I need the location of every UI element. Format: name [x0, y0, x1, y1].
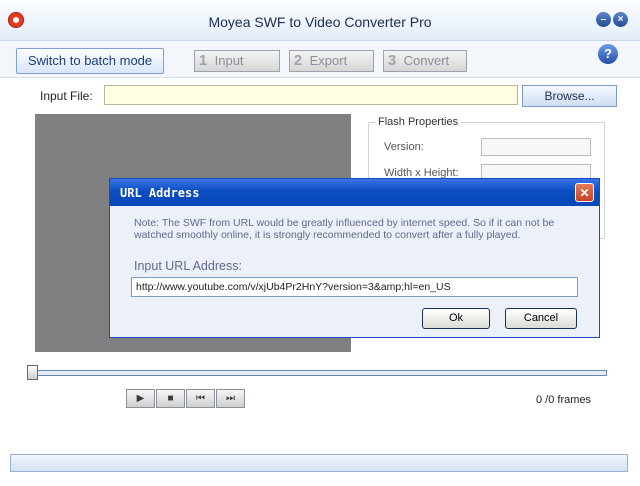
close-icon[interactable]: ×	[613, 12, 628, 27]
timeline-slider-thumb[interactable]	[27, 365, 38, 380]
status-bar	[10, 454, 628, 472]
url-input[interactable]: http://www.youtube.com/v/xjUb4Pr2HnY?ver…	[131, 277, 578, 297]
input-file-label: Input File:	[40, 89, 93, 103]
browse-button[interactable]: Browse...	[522, 85, 617, 107]
url-address-dialog: URL Address ✕ Note: The SWF from URL wou…	[109, 178, 600, 338]
step-export-button[interactable]: 2 Export	[289, 50, 374, 72]
toolbar: Switch to batch mode 1 Input 2 Export 3 …	[0, 41, 640, 78]
title-bar: Moyea SWF to Video Converter Pro – ×	[0, 0, 640, 41]
switch-batch-mode-button[interactable]: Switch to batch mode	[16, 48, 164, 74]
step-label: Input	[214, 53, 244, 68]
stop-button[interactable]: ■	[156, 389, 185, 408]
timeline-slider[interactable]	[30, 370, 607, 376]
ok-button-label: Ok	[448, 312, 464, 324]
rewind-button[interactable]: ⏮	[186, 389, 215, 408]
minimize-icon[interactable]: –	[596, 12, 611, 27]
play-button[interactable]: ▶	[126, 389, 155, 408]
ok-button[interactable]: Ok	[422, 308, 490, 329]
step-convert-button[interactable]: 3 Convert	[383, 50, 467, 72]
forward-button[interactable]: ⏭	[216, 389, 245, 408]
help-icon[interactable]: ?	[598, 44, 618, 64]
step-number: 3	[387, 52, 397, 69]
main-window: Moyea SWF to Video Converter Pro – × Swi…	[0, 0, 640, 486]
version-value	[481, 138, 591, 156]
flash-properties-legend: Flash Properties	[375, 116, 462, 128]
cancel-button-label: Cancel	[523, 312, 559, 324]
dialog-title-bar: URL Address ✕	[110, 179, 599, 206]
input-file-field[interactable]	[104, 85, 518, 105]
window-title: Moyea SWF to Video Converter Pro	[208, 14, 432, 30]
version-label: Version:	[384, 141, 424, 153]
dialog-title: URL Address	[120, 186, 200, 200]
step-label: Export	[309, 53, 348, 68]
step-number: 1	[198, 52, 208, 69]
step-label: Convert	[403, 53, 450, 68]
url-input-label: Input URL Address:	[134, 259, 242, 273]
step-number: 2	[293, 52, 303, 69]
dialog-note: Note: The SWF from URL would be greatly …	[134, 217, 555, 241]
step-input-button[interactable]: 1 Input	[194, 50, 280, 72]
cancel-button[interactable]: Cancel	[505, 308, 577, 329]
frame-counter: 0 /0 frames	[536, 394, 592, 406]
dialog-close-icon[interactable]: ✕	[575, 183, 594, 202]
